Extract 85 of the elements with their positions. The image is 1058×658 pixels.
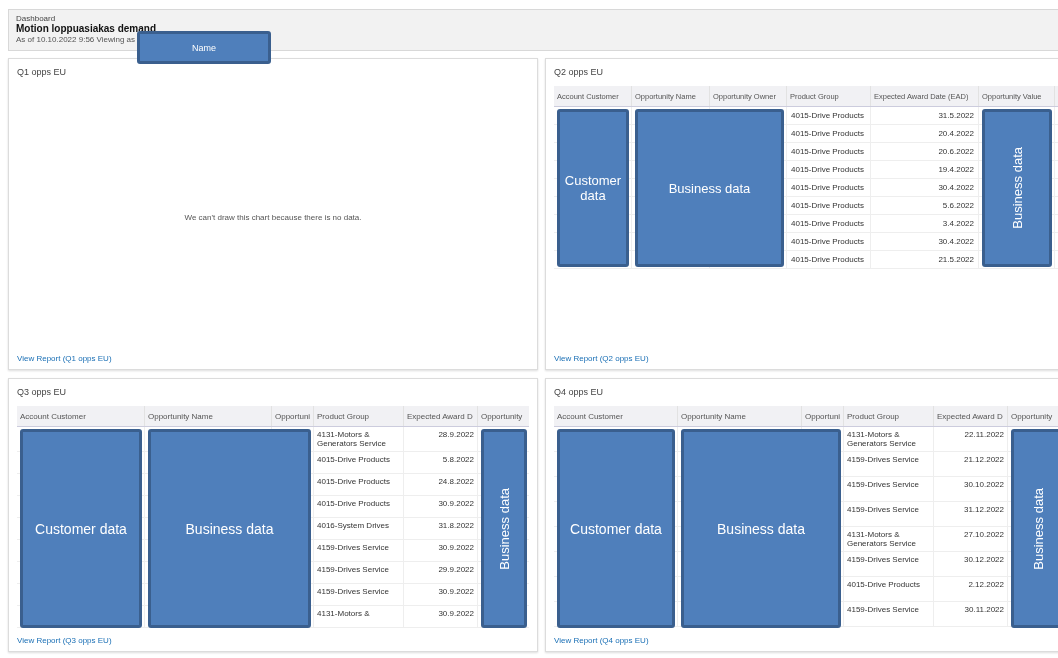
table-cell: 4159-Drives Service <box>844 602 934 626</box>
redaction-box: Name <box>137 31 272 64</box>
table-cell: 4015-Drive Products <box>314 496 404 517</box>
redaction-box: Customer data <box>557 429 675 628</box>
view-report-link[interactable]: View Report (Q2 opps EU) <box>554 354 649 363</box>
table-cell: 21.12.2022 <box>934 452 1008 476</box>
table-cell: 30.9.2022 <box>404 584 478 605</box>
table-cell: 31.8.2022 <box>404 518 478 539</box>
column-header[interactable]: Opportuni <box>802 406 844 426</box>
column-header[interactable]: Account Customer <box>554 406 678 426</box>
column-header[interactable]: Expected Award D <box>404 406 478 426</box>
view-report-link[interactable]: View Report (Q3 opps EU) <box>17 636 112 645</box>
table-cell: 4015-Drive Products <box>787 143 871 160</box>
table-cell: 30.4.2022 <box>871 233 979 250</box>
table-cell: 4015-Drive Products <box>787 125 871 142</box>
table-cell: 4159-Drives Service <box>314 584 404 605</box>
column-header[interactable]: Expected Award D <box>934 406 1008 426</box>
table-cell: 31.12.2022 <box>934 502 1008 526</box>
table-cell: 4159-Drives Service <box>844 477 934 501</box>
table-cell: 30.4.2022 <box>871 179 979 196</box>
table-cell: 4015-Drive Products <box>787 179 871 196</box>
table-cell: 31.5.2022 <box>871 107 979 124</box>
table-cell: 4015-Drive Products <box>787 161 871 178</box>
redaction-box: Customer data <box>557 109 629 267</box>
redaction-box: Business data <box>635 109 784 267</box>
table-cell: 5.8.2022 <box>404 452 478 473</box>
view-report-link[interactable]: View Report (Q1 opps EU) <box>17 354 112 363</box>
table-cell: 30.11.2022 <box>934 602 1008 626</box>
table-cell: 4159-Drives Service <box>314 562 404 583</box>
empty-message: We can't draw this chart because there is no data. <box>184 212 362 222</box>
table-cell: 4015-Drive Products <box>314 452 404 473</box>
column-header[interactable]: Product Group <box>844 406 934 426</box>
table-cell: 30.9.2022 <box>404 496 478 517</box>
table-cell: 5.6.2022 <box>871 197 979 214</box>
dashboard-subtitle: As of 10.10.2022 9:56 Viewing as <box>16 35 136 44</box>
column-header[interactable]: Opportunity Name <box>145 406 272 426</box>
panel-title: Q1 opps EU <box>17 67 68 77</box>
table-cell: 30.12.2022 <box>934 552 1008 576</box>
column-header[interactable]: Opportunity Name <box>678 406 802 426</box>
table-cell: 30.9.2022 <box>404 540 478 561</box>
table-cell: 4016-System Drives <box>314 518 404 539</box>
table-cell: 24.8.2022 <box>404 474 478 495</box>
table-cell: 4131-Motors & <box>314 606 404 627</box>
table-cell: 4131-Motors & Generators Service <box>844 527 934 551</box>
redaction-box: Business data <box>681 429 841 628</box>
table-cell: 4159-Drives Service <box>844 452 934 476</box>
table-cell: 4015-Drive Products <box>787 107 871 124</box>
column-header[interactable]: Opportuni <box>272 406 314 426</box>
column-header[interactable]: Opportunity <box>1008 406 1058 426</box>
redaction-box: Business data <box>481 429 527 628</box>
table-cell: 4159-Drives Service <box>314 540 404 561</box>
table-cell: 27.10.2022 <box>934 527 1008 551</box>
column-header[interactable]: Product Group <box>314 406 404 426</box>
table-cell: 20.6.2022 <box>871 143 979 160</box>
table-cell: 30.10.2022 <box>934 477 1008 501</box>
panel-title: Q4 opps EU <box>554 387 605 397</box>
table-cell: 4015-Drive Products <box>844 577 934 601</box>
redaction-box: Business data <box>148 429 311 628</box>
view-report-link[interactable]: View Report (Q4 opps EU) <box>554 636 649 645</box>
table-cell: 4159-Drives Service <box>844 502 934 526</box>
table-cell: 4015-Drive Products <box>314 474 404 495</box>
column-header[interactable]: Account Customer <box>17 406 145 426</box>
table-cell: 4131-Motors & Generators Service <box>314 427 404 451</box>
table-cell: 29.9.2022 <box>404 562 478 583</box>
redaction-box: Business data <box>1011 429 1058 628</box>
table-cell: 4015-Drive Products <box>787 233 871 250</box>
table-cell: 2.12.2022 <box>934 577 1008 601</box>
breadcrumb: Dashboard <box>16 14 57 23</box>
redaction-box: Customer data <box>20 429 142 628</box>
table-cell: 4015-Drive Products <box>787 215 871 232</box>
panel-title: Q2 opps EU <box>554 67 605 77</box>
table-cell: 20.4.2022 <box>871 125 979 142</box>
table-cell: 4131-Motors & Generators Service <box>844 427 934 451</box>
table-cell: 3.4.2022 <box>871 215 979 232</box>
table-cell: 28.9.2022 <box>404 427 478 451</box>
panel-title: Q3 opps EU <box>17 387 68 397</box>
table-cell: 22.11.2022 <box>934 427 1008 451</box>
table-cell: 4015-Drive Products <box>787 197 871 214</box>
redaction-box: Business data <box>982 109 1052 267</box>
table-cell: 4159-Drives Service <box>844 552 934 576</box>
table-cell: 21.5.2022 <box>871 251 979 268</box>
column-header[interactable]: Opportunity <box>478 406 529 426</box>
table-cell: 30.9.2022 <box>404 606 478 627</box>
table-cell: 19.4.2022 <box>871 161 979 178</box>
table-cell: 4015-Drive Products <box>787 251 871 268</box>
